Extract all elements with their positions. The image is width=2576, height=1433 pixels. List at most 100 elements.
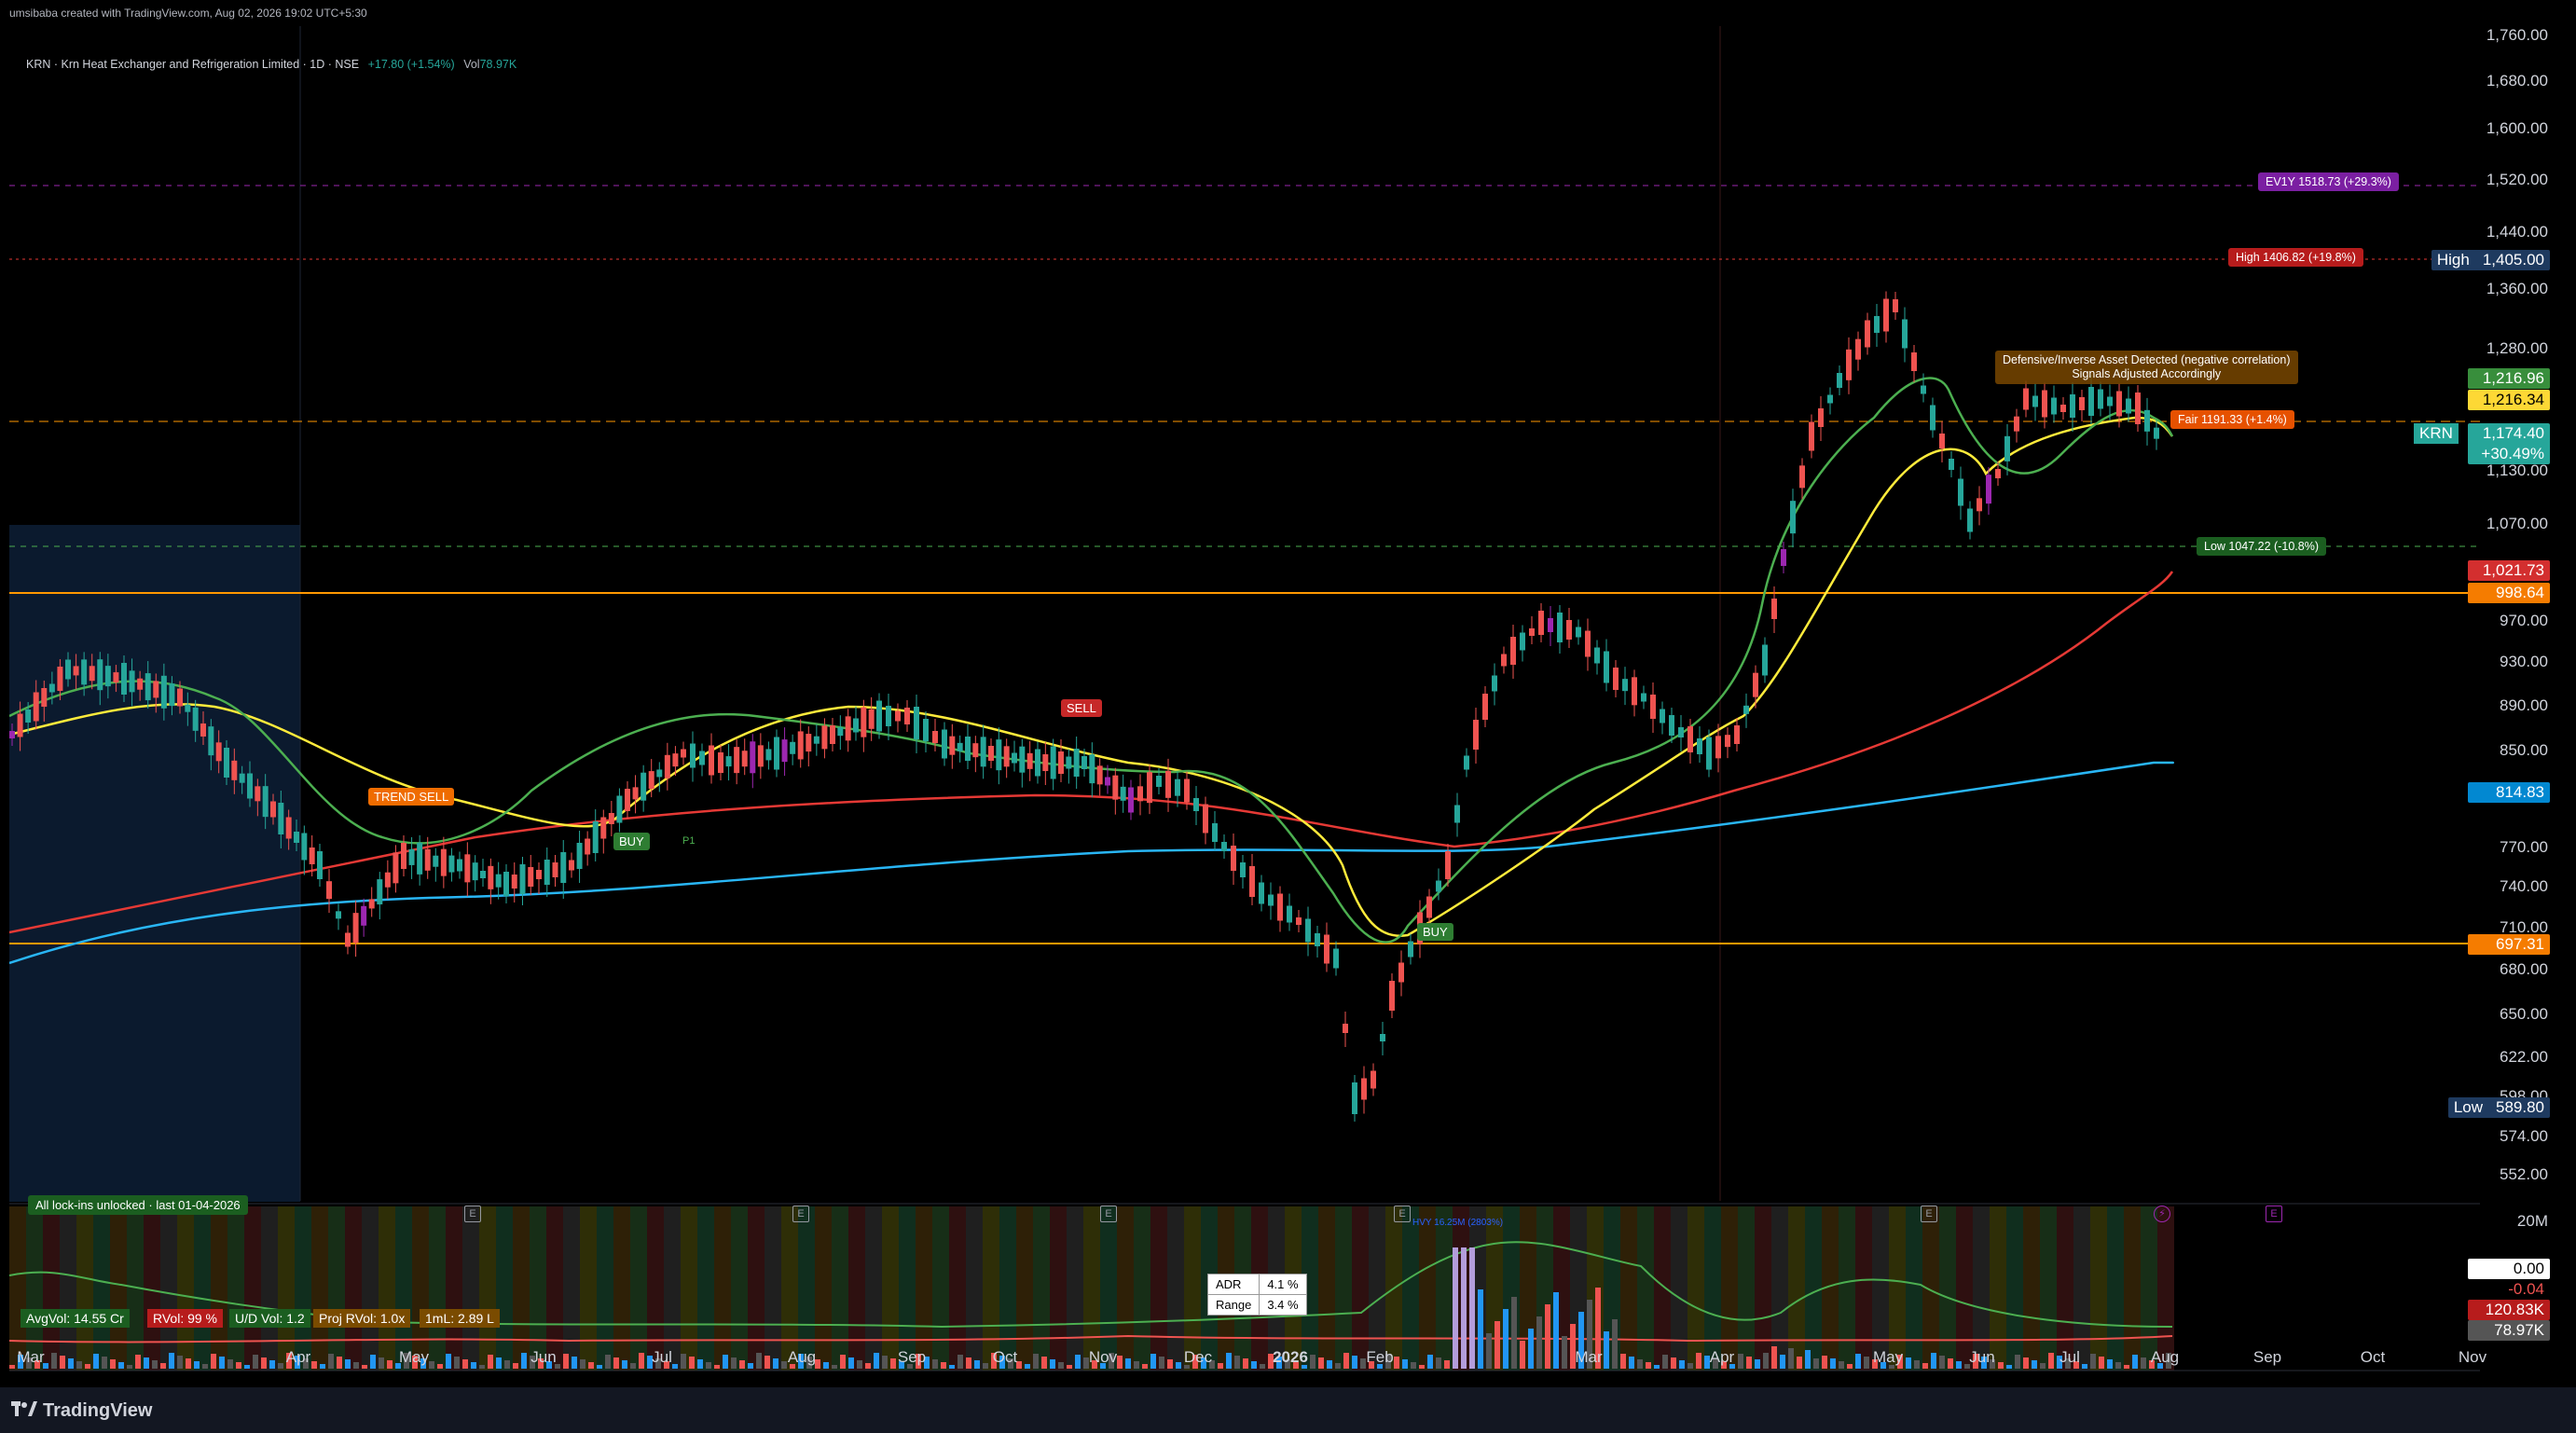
earnings-marker[interactable]: E [2266,1206,2282,1222]
earnings-marker[interactable]: E [1921,1206,1937,1222]
tradingview-logo[interactable]: TradingView [11,1400,152,1422]
earnings-marker[interactable]: E [464,1206,481,1222]
volume-bar [1067,1365,1072,1369]
candle [1473,720,1479,750]
volume-band [395,1206,412,1371]
candle [1184,779,1190,803]
candle [585,838,591,855]
vol-tag-gray: 78.97K [2468,1320,2550,1341]
candle [741,751,748,767]
candle [2144,409,2150,432]
volume-bar [932,1359,938,1369]
earnings-marker[interactable]: E [1100,1206,1117,1222]
trend-sell-signal[interactable]: TREND SELL [368,788,455,806]
candle [1799,465,1805,489]
volume-band [815,1206,832,1371]
volume-band [697,1206,714,1371]
candle [511,875,517,889]
volume-bar [1755,1359,1760,1369]
price-chart-svg[interactable] [9,26,2480,1387]
earnings-marker[interactable]: E [1394,1206,1411,1222]
price-axis-label: 1,760.00 [2486,26,2548,44]
volume-band [211,1206,227,1371]
price-axis-label: 552.00 [2500,1165,2548,1183]
volume-bar [1637,1359,1643,1369]
volume-band [1419,1206,1436,1371]
volume-bar [76,1361,82,1369]
candle [1035,749,1040,777]
high-label: High [2436,251,2470,269]
candle [1930,405,1935,431]
candle [200,723,206,737]
ma-red [9,571,2174,934]
sell-signal[interactable]: SELL [1061,699,1102,717]
price-axis-label: 574.00 [2500,1126,2548,1145]
volume-band [2073,1206,2090,1371]
candle [1781,549,1786,566]
volume-bar [1478,1289,1483,1369]
candle [757,745,764,767]
volume-band [563,1206,580,1371]
volume-bar [2015,1355,2020,1369]
time-axis-label: Mar [17,1348,45,1366]
volume-bar [1125,1358,1131,1369]
earnings-marker[interactable]: E [792,1206,809,1222]
volume-bar [1134,1361,1139,1369]
candle [2014,416,2019,432]
buy-signal-2[interactable]: BUY [1417,923,1453,941]
candle [285,817,292,839]
volume-band [1671,1206,1687,1371]
volume-bar [1041,1357,1047,1369]
candle [1594,647,1600,664]
candle [1632,677,1637,706]
chart-area[interactable]: KRN · Krn Heat Exchanger and Refrigerati… [9,26,2480,1387]
volume-bar [1545,1304,1550,1369]
volume-band [328,1206,345,1371]
volume-bar [563,1354,569,1369]
candle [448,855,455,873]
candle [1762,644,1768,676]
dividend-marker[interactable]: ⚡ [2154,1206,2170,1222]
volume-bar [1176,1362,1181,1369]
candle [2154,427,2159,439]
candle [488,865,494,889]
candle [1576,627,1581,638]
volume-bar [1511,1297,1517,1369]
candle [608,813,614,824]
volume-bar [1444,1360,1450,1369]
candle [1287,905,1292,923]
candle [1050,746,1056,779]
ev1y-tag: EV1Y 1518.73 (+29.3%) [2258,172,2399,191]
volume-bar [748,1363,753,1369]
volume-bar [1260,1364,1265,1369]
volume-band [429,1206,446,1371]
candle [1408,941,1413,958]
candle [408,848,415,865]
candle [1058,751,1064,774]
volume-band [1906,1206,1922,1371]
volume-bar [110,1359,116,1369]
volume-bar [639,1353,644,1369]
candle [1921,385,1926,394]
volume-band [362,1206,379,1371]
candle [17,713,23,737]
volume-band [932,1206,949,1371]
volume-bar [1411,1362,1416,1369]
rvol-box: RVol: 99 % [147,1309,224,1328]
volume-bar [93,1354,99,1369]
volume-bar [1243,1358,1248,1369]
candle [417,842,423,875]
candle [368,899,375,909]
volume-bar [1738,1354,1743,1369]
volume-bar [588,1362,594,1369]
price-axis-label: 650.00 [2500,1004,2548,1023]
time-axis-label: Feb [1366,1348,1394,1366]
volume-bar [1117,1356,1123,1369]
price-axis-label: 1,280.00 [2486,338,2548,357]
ma-green [9,377,2174,944]
candle [137,678,144,690]
volume-bar [681,1354,686,1369]
candle [185,704,191,712]
buy-signal-1[interactable]: BUY [613,833,650,850]
volume-bar [622,1360,627,1369]
